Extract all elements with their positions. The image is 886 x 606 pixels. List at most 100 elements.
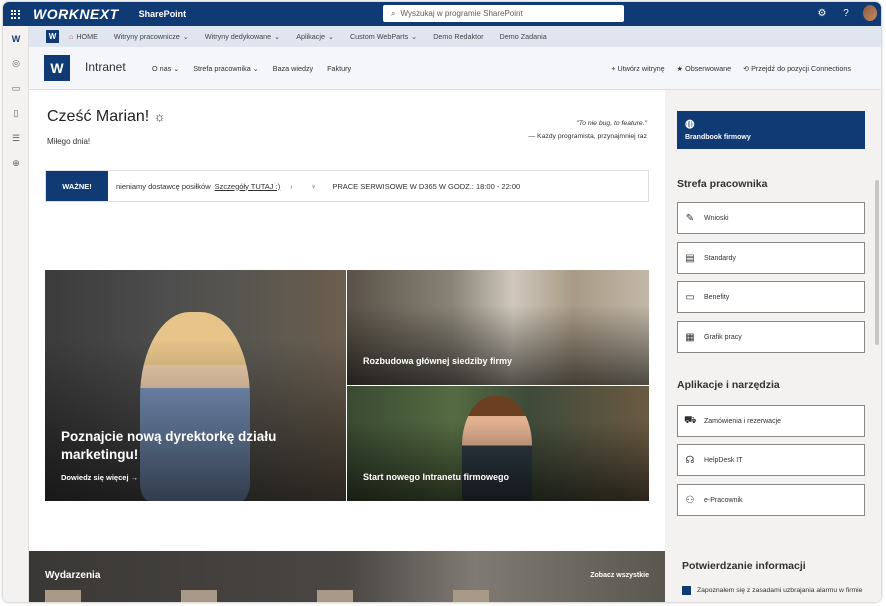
quicklink-standardy[interactable]: ▤ Standardy: [677, 242, 865, 274]
event-thumbnail[interactable]: [45, 590, 81, 602]
nav-faktury[interactable]: Faktury: [327, 64, 351, 73]
chevron-down-icon: ⌄: [182, 32, 189, 41]
confirm-text: Zapoznałem się z zasadami uzbrajania ala…: [697, 587, 863, 594]
search-placeholder: Wyszukaj w programie SharePoint: [400, 9, 523, 18]
chevron-down-icon: ⌄: [252, 64, 259, 73]
site-title[interactable]: Intranet: [85, 60, 126, 74]
rail-add-icon[interactable]: ⊕: [3, 151, 29, 176]
events-section: Wydarzenia Zobacz wszystkie: [29, 551, 665, 602]
quicklink-benefity[interactable]: ▭ Benefity: [677, 281, 865, 313]
suite-bar: WORKNEXT SharePoint ⌕ Wyszukaj w program…: [3, 2, 881, 26]
news-ticker: WAŻNE! nieniamy dostawcę posiłków Szczeg…: [45, 170, 649, 202]
nav-o-nas[interactable]: O nas ⌄: [152, 64, 179, 73]
brand-logo[interactable]: WORKNEXT: [33, 6, 119, 22]
rail-news-icon[interactable]: ▭: [3, 76, 29, 101]
site-logo[interactable]: W: [44, 55, 70, 81]
confirm-item: Zapoznałem się z zasadami uzbrajania ala…: [682, 586, 862, 595]
search-box[interactable]: ⌕ Wyszukaj w programie SharePoint: [383, 5, 624, 22]
app-launcher-icon[interactable]: [3, 2, 27, 26]
sun-icon: ☼: [153, 109, 166, 124]
right-sidebar: ◍ Brandbook firmowy Strefa pracownika ✎ W…: [665, 90, 881, 602]
quicklink-grafik-pracy[interactable]: ▦ Grafik pracy: [677, 321, 865, 353]
chevron-down-icon: ⌄: [274, 32, 281, 41]
quicklink-e-pracownik[interactable]: ⚇ e-Pracownik: [677, 484, 865, 516]
follow-button[interactable]: ★ Obserwowane: [677, 64, 731, 73]
hub-item-aplikacje[interactable]: Aplikacje ⌄: [296, 32, 334, 41]
read-more-link[interactable]: Dowiedz się więcej →: [61, 473, 138, 482]
hero-bottom-title[interactable]: Start nowego Intranetu firmowego: [363, 472, 509, 482]
event-thumbnail[interactable]: [453, 590, 489, 602]
hero-tile-main[interactable]: Poznajcie nową dyrektorkę działu marketi…: [45, 270, 346, 501]
headset-icon: ☊: [685, 454, 695, 466]
hub-item-demo-redaktor[interactable]: Demo Redaktor: [433, 32, 483, 41]
nav-baza-wiedzy[interactable]: Baza wiedzy: [273, 64, 313, 73]
hub-logo[interactable]: W: [46, 30, 59, 43]
greeting-title: Cześć Marian! ☼: [47, 108, 166, 125]
site-actions: + Utwórz witrynę ★ Obserwowane ⟲ Przejdź…: [611, 64, 851, 73]
events-title: Wydarzenia: [45, 570, 101, 581]
cart-icon: ⛟: [684, 414, 697, 426]
hub-item-witryny-pracownicze[interactable]: Witryny pracownicze ⌄: [114, 32, 189, 41]
event-thumbnail[interactable]: [317, 590, 353, 602]
scrollbar[interactable]: [875, 180, 879, 345]
quote-text: "To nie bug, to feature.": [576, 120, 647, 127]
palette-icon: ◍: [685, 118, 695, 130]
strefa-title: Strefa pracownika: [677, 178, 768, 190]
nav-strefa-pracownika[interactable]: Strefa pracownika ⌄: [193, 64, 259, 73]
confirm-checkbox[interactable]: [682, 586, 691, 595]
hub-item-demo-zadania[interactable]: Demo Zadania: [500, 32, 547, 41]
create-site-button[interactable]: + Utwórz witrynę: [611, 64, 664, 73]
quote-block: "To nie bug, to feature." — Każdy progra…: [528, 117, 647, 143]
ticker-link[interactable]: Szczegóły TUTAJ :): [215, 182, 281, 191]
chevron-down-icon: ⌄: [173, 64, 180, 73]
pen-icon: ✎: [685, 212, 695, 224]
site-navigation: O nas ⌄ Strefa pracownika ⌄ Baza wiedzy …: [152, 64, 351, 73]
card-icon: ▭: [685, 291, 695, 303]
see-all-link[interactable]: Zobacz wszystkie: [590, 572, 649, 579]
star-icon: ★: [676, 64, 684, 73]
brandbook-button[interactable]: ◍ Brandbook firmowy: [677, 111, 865, 149]
hero-top-title[interactable]: Rozbudowa głównej siedziby firmy: [363, 356, 512, 366]
rail-globe-icon[interactable]: ◎: [3, 51, 29, 76]
event-thumbnail[interactable]: [181, 590, 217, 602]
document-icon: ▤: [685, 252, 695, 264]
calendar-icon: ▦: [685, 331, 695, 343]
site-header: W Intranet O nas ⌄ Strefa pracownika ⌄ B…: [29, 47, 881, 90]
settings-gear-icon[interactable]: ⚙: [815, 8, 829, 19]
hero-tile-top[interactable]: Rozbudowa głównej siedziby firmy: [347, 270, 649, 385]
quicklink-wnioski[interactable]: ✎ Wnioski: [677, 202, 865, 234]
quicklink-helpdesk[interactable]: ☊ HelpDesk IT: [677, 444, 865, 476]
chevron-down-icon: ⌄: [327, 32, 334, 41]
lightbulb-icon: ♀: [310, 181, 317, 191]
home-icon: ⌂: [69, 32, 74, 41]
app-name[interactable]: SharePoint: [139, 9, 187, 19]
apps-title: Aplikacje i narzędzia: [677, 379, 780, 391]
connections-icon: ⟲: [743, 64, 750, 73]
greeting-subtitle: Miłego dnia!: [47, 137, 91, 146]
confirm-title: Potwierdzanie informacji: [682, 560, 806, 572]
chevron-down-icon: ⌄: [411, 32, 418, 41]
browser-frame: WORKNEXT SharePoint ⌕ Wyszukaj w program…: [3, 2, 881, 602]
ticker-message-2: PRACE SERWISOWE W D365 W GODZ.: 18:00 - …: [332, 181, 521, 191]
rail-file-icon[interactable]: ▯: [3, 101, 29, 126]
quicklink-zamowienia[interactable]: ⛟ Zamówienia i rezerwacje: [677, 405, 865, 437]
hub-item-custom-webparts[interactable]: Custom WebParts ⌄: [350, 32, 417, 41]
hero-news: Poznajcie nową dyrektorkę działu marketi…: [45, 270, 649, 501]
connections-button[interactable]: ⟲ Przejdź do pozycji Connections: [743, 64, 851, 73]
rail-site-logo-icon[interactable]: W: [3, 26, 29, 51]
people-icon: ⚇: [685, 494, 695, 506]
event-thumbnails: [45, 590, 489, 602]
help-icon[interactable]: ?: [839, 8, 853, 19]
chevron-right-icon[interactable]: ›: [290, 182, 293, 191]
hub-item-witryny-dedykowane[interactable]: Witryny dedykowane ⌄: [205, 32, 280, 41]
search-icon: ⌕: [391, 8, 396, 18]
main-content: Cześć Marian! ☼ Miłego dnia! "To nie bug…: [29, 90, 665, 602]
hero-tile-bottom[interactable]: Start nowego Intranetu firmowego: [347, 386, 649, 501]
plus-icon: +: [611, 64, 616, 73]
user-avatar[interactable]: [863, 5, 877, 21]
hub-item-home[interactable]: ⌂ HOME: [69, 32, 98, 41]
hero-main-title[interactable]: Poznajcie nową dyrektorkę działu marketi…: [61, 428, 311, 464]
ticker-message: nieniamy dostawcę posiłków: [116, 181, 211, 191]
hub-navigation: W ⌂ HOME Witryny pracownicze ⌄ Witryny ded…: [29, 26, 881, 47]
rail-list-icon[interactable]: ☰: [3, 126, 29, 151]
